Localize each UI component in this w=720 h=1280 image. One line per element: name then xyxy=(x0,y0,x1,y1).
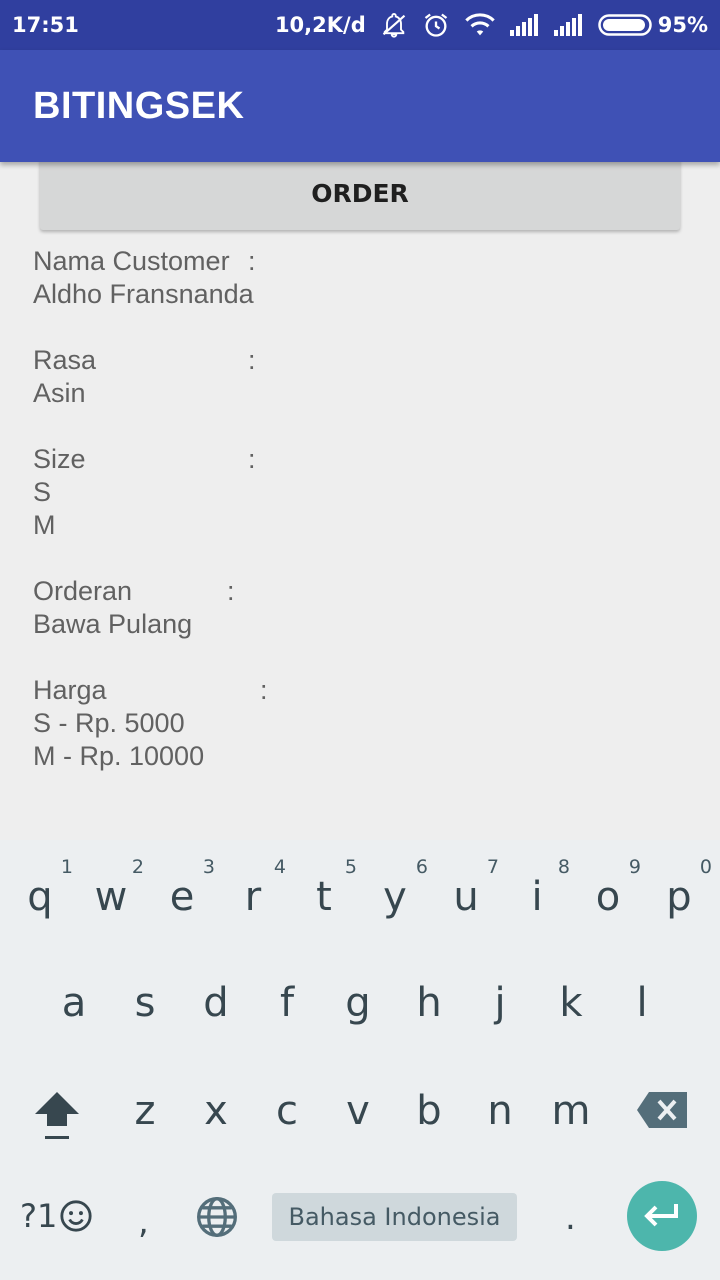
network-speed: 10,2K/d xyxy=(274,13,366,37)
symbols-label: ?1 xyxy=(20,1197,58,1235)
key-label: g xyxy=(345,980,371,1026)
key-x[interactable]: x xyxy=(181,1088,251,1148)
key-n[interactable]: n xyxy=(465,1088,535,1148)
key-label: z xyxy=(134,1088,156,1134)
harga-label: Harga xyxy=(33,675,107,705)
period-key[interactable]: . xyxy=(565,1198,576,1238)
status-time: 17:51 xyxy=(12,13,79,37)
key-label: v xyxy=(346,1088,370,1134)
orderan-colon: : xyxy=(227,576,235,606)
order-button[interactable]: ORDER xyxy=(40,156,680,230)
app-title: BITINGSEK xyxy=(33,84,245,127)
backspace-icon xyxy=(637,1092,687,1128)
key-q[interactable]: 1q xyxy=(5,840,75,940)
wifi-icon xyxy=(464,12,496,38)
customer-value: Aldho Fransnanda xyxy=(33,279,254,309)
key-e[interactable]: 3e xyxy=(147,840,217,940)
key-m[interactable]: m xyxy=(536,1088,606,1148)
shift-key[interactable] xyxy=(33,1090,81,1146)
key-p[interactable]: 0p xyxy=(644,840,714,940)
harga-value-2: M - Rp. 10000 xyxy=(33,741,205,771)
battery-percent: 95% xyxy=(657,13,708,37)
size-value-2: M xyxy=(33,510,56,540)
key-b[interactable]: b xyxy=(394,1088,464,1148)
key-label: p xyxy=(666,874,692,920)
key-label: a xyxy=(61,980,87,1026)
customer-colon: : xyxy=(248,246,256,276)
key-i[interactable]: 8i xyxy=(502,840,572,940)
key-h[interactable]: h xyxy=(394,980,464,1040)
key-label: h xyxy=(416,980,442,1026)
key-v[interactable]: v xyxy=(323,1088,393,1148)
backspace-key[interactable] xyxy=(637,1092,687,1132)
signal-icon xyxy=(553,14,584,36)
key-label: u xyxy=(453,874,479,920)
key-j[interactable]: j xyxy=(465,980,535,1040)
key-label: k xyxy=(559,980,583,1026)
key-label: i xyxy=(531,874,543,920)
harga-value-1: S - Rp. 5000 xyxy=(33,708,185,738)
size-value-1: S xyxy=(33,477,52,507)
key-c[interactable]: c xyxy=(252,1088,322,1148)
space-key[interactable]: Bahasa Indonesia xyxy=(272,1193,517,1241)
key-label: s xyxy=(134,980,156,1026)
key-o[interactable]: 9o xyxy=(573,840,643,940)
alarm-icon xyxy=(422,11,450,39)
enter-icon xyxy=(644,1204,678,1227)
key-label: n xyxy=(487,1088,513,1134)
key-r[interactable]: 4r xyxy=(218,840,288,940)
harga-colon: : xyxy=(260,675,268,705)
soft-keyboard: 1q 2w 3e 4r 5t 6y 7u 8i 9o 0p a s d f g … xyxy=(0,840,720,1280)
battery-icon xyxy=(597,14,652,36)
key-d[interactable]: d xyxy=(181,980,251,1040)
key-y[interactable]: 6y xyxy=(360,840,430,940)
status-bar: 17:51 10,2K/d 95% xyxy=(0,0,720,50)
key-label: j xyxy=(494,980,506,1026)
key-a[interactable]: a xyxy=(39,980,109,1040)
app-bar: BITINGSEK xyxy=(0,50,720,162)
key-l[interactable]: l xyxy=(607,980,677,1040)
key-s[interactable]: s xyxy=(110,980,180,1040)
comma-key[interactable]: , xyxy=(138,1202,149,1242)
shift-icon xyxy=(35,1092,79,1139)
key-label: x xyxy=(204,1088,228,1134)
key-label: r xyxy=(244,874,262,920)
symbols-key[interactable]: ?1 xyxy=(20,1197,93,1235)
key-label: w xyxy=(94,874,128,920)
emoji-icon xyxy=(60,1200,92,1232)
orderan-value: Bawa Pulang xyxy=(33,609,193,639)
key-label: l xyxy=(636,980,648,1026)
rasa-label: Rasa xyxy=(33,345,97,375)
key-label: d xyxy=(203,980,229,1026)
key-k[interactable]: k xyxy=(536,980,606,1040)
key-label: b xyxy=(416,1088,442,1134)
orderan-label: Orderan xyxy=(33,576,133,606)
key-label: t xyxy=(316,874,332,920)
key-label: f xyxy=(279,980,295,1026)
enter-key[interactable] xyxy=(627,1181,697,1251)
key-label: e xyxy=(169,874,195,920)
key-t[interactable]: 5t xyxy=(289,840,359,940)
language-key[interactable] xyxy=(195,1195,239,1243)
rasa-value: Asin xyxy=(33,378,86,408)
key-g[interactable]: g xyxy=(323,980,393,1040)
globe-icon xyxy=(197,1197,237,1237)
key-label: c xyxy=(276,1088,298,1134)
key-label: q xyxy=(27,874,53,920)
signal-icon xyxy=(509,14,540,36)
rasa-colon: : xyxy=(248,345,256,375)
size-label: Size xyxy=(33,444,86,474)
key-u[interactable]: 7u xyxy=(431,840,501,940)
battery-indicator: 95% xyxy=(597,13,708,37)
size-colon: : xyxy=(248,444,256,474)
customer-label: Nama Customer xyxy=(33,246,230,276)
key-f[interactable]: f xyxy=(252,980,322,1040)
key-z[interactable]: z xyxy=(110,1088,180,1148)
notifications-off-icon xyxy=(380,11,408,39)
key-label: o xyxy=(595,874,621,920)
key-w[interactable]: 2w xyxy=(76,840,146,940)
key-label: y xyxy=(383,874,407,920)
key-label: m xyxy=(551,1088,591,1134)
